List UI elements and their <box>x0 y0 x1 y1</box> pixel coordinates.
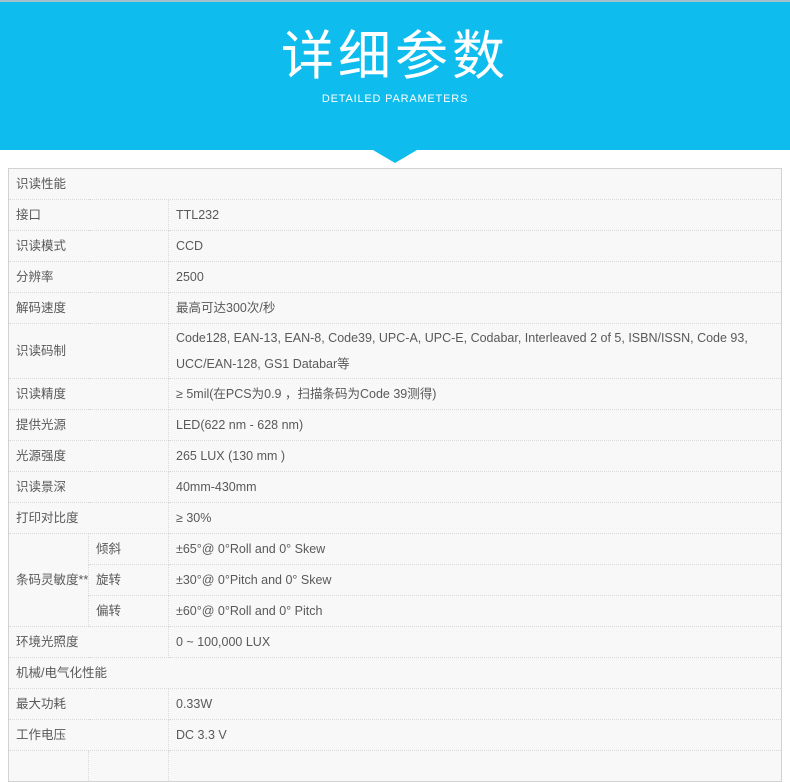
table-row: 打印对比度 ≥ 30% <box>9 503 782 534</box>
table-row: 工作电压 DC 3.3 V <box>9 720 782 751</box>
group-label <box>9 751 89 782</box>
row-label: 环境光照度 <box>9 627 169 658</box>
row-label: 分辨率 <box>9 262 169 293</box>
table-row: 解码速度 最高可达300次/秒 <box>9 293 782 324</box>
row-value: 0.33W <box>169 689 782 720</box>
group-sub-label: 旋转 <box>89 565 169 596</box>
row-value: 40mm-430mm <box>169 472 782 503</box>
spec-table-container: 识读性能 接口 TTL232 识读模式 CCD 分辨率 2500 解码速度 最高… <box>8 168 782 782</box>
banner-subtitle: DETAILED PARAMETERS <box>0 93 790 105</box>
row-label: 识读码制 <box>9 324 169 379</box>
table-row: 光源强度 265 LUX (130 mm ) <box>9 441 782 472</box>
table-group-row: 旋转 ±30°@ 0°Pitch and 0° Skew <box>9 565 782 596</box>
table-row: 最大功耗 0.33W <box>9 689 782 720</box>
row-label: 光源强度 <box>9 441 169 472</box>
table-group-row: 条码灵敏度** 倾斜 ±65°@ 0°Roll and 0° Skew <box>9 534 782 565</box>
row-value: ±60°@ 0°Roll and 0° Pitch <box>169 596 782 627</box>
section-title: 机械/电气化性能 <box>9 658 782 689</box>
row-value: 265 LUX (130 mm ) <box>169 441 782 472</box>
table-row: 识读码制 Code128, EAN-13, EAN-8, Code39, UPC… <box>9 324 782 379</box>
spec-table: 识读性能 接口 TTL232 识读模式 CCD 分辨率 2500 解码速度 最高… <box>8 168 782 782</box>
row-label: 提供光源 <box>9 410 169 441</box>
row-value: TTL232 <box>169 200 782 231</box>
group-sub-label: 倾斜 <box>89 534 169 565</box>
table-row: 环境光照度 0 ~ 100,000 LUX <box>9 627 782 658</box>
table-section-row: 识读性能 <box>9 169 782 200</box>
row-label: 接口 <box>9 200 169 231</box>
row-value: ±65°@ 0°Roll and 0° Skew <box>169 534 782 565</box>
section-title: 识读性能 <box>9 169 782 200</box>
row-value: CCD <box>169 231 782 262</box>
product-detail-page: { "colors": { "banner_background": "#0eb… <box>0 0 790 752</box>
row-label: 解码速度 <box>9 293 169 324</box>
table-group-row: 偏转 ±60°@ 0°Roll and 0° Pitch <box>9 596 782 627</box>
table-row: 识读模式 CCD <box>9 231 782 262</box>
group-sub-label: 偏转 <box>89 596 169 627</box>
table-row: 提供光源 LED(622 nm - 628 nm) <box>9 410 782 441</box>
row-value: DC 3.3 V <box>169 720 782 751</box>
row-value: LED(622 nm - 628 nm) <box>169 410 782 441</box>
table-row: 识读景深 40mm-430mm <box>9 472 782 503</box>
row-value: 最高可达300次/秒 <box>169 293 782 324</box>
table-row: 分辨率 2500 <box>9 262 782 293</box>
row-label: 最大功耗 <box>9 689 169 720</box>
row-label: 识读模式 <box>9 231 169 262</box>
banner-title: 详细参数 <box>0 2 790 86</box>
row-value: Code128, EAN-13, EAN-8, Code39, UPC-A, U… <box>169 324 782 379</box>
group-sub-label <box>89 751 169 782</box>
row-value: 0 ~ 100,000 LUX <box>169 627 782 658</box>
table-row-partial <box>9 751 782 782</box>
detail-parameters-banner: 详细参数 DETAILED PARAMETERS <box>0 0 790 150</box>
group-label: 条码灵敏度** <box>9 534 89 627</box>
row-label: 识读精度 <box>9 379 169 410</box>
row-value: ≥ 30% <box>169 503 782 534</box>
row-value: 2500 <box>169 262 782 293</box>
row-value <box>169 751 782 782</box>
row-value: ±30°@ 0°Pitch and 0° Skew <box>169 565 782 596</box>
banner-notch-triangle <box>373 150 417 163</box>
row-label: 打印对比度 <box>9 503 169 534</box>
table-row: 识读精度 ≥ 5mil(在PCS为0.9 ，扫描条码为Code 39测得) <box>9 379 782 410</box>
table-row: 接口 TTL232 <box>9 200 782 231</box>
row-label: 识读景深 <box>9 472 169 503</box>
row-label: 工作电压 <box>9 720 169 751</box>
table-section-row: 机械/电气化性能 <box>9 658 782 689</box>
row-value: ≥ 5mil(在PCS为0.9 ，扫描条码为Code 39测得) <box>169 379 782 410</box>
